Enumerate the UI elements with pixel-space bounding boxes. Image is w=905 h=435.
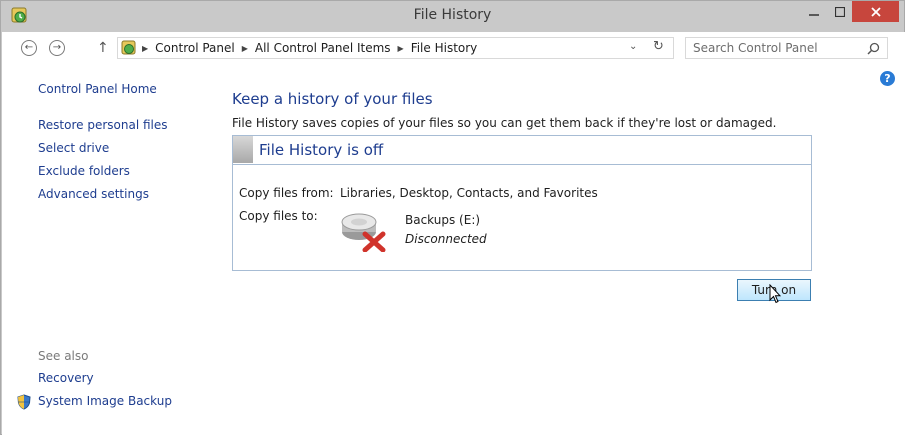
breadcrumb-file-history[interactable]: File History bbox=[411, 41, 478, 55]
status-title: File History is off bbox=[259, 141, 384, 159]
see-also-link-system-image-backup[interactable]: System Image Backup bbox=[38, 394, 172, 408]
minimize-icon bbox=[809, 14, 819, 16]
main-content: ? Control Panel Home Restore personal fi… bbox=[2, 65, 905, 435]
page-title: Keep a history of your files bbox=[232, 90, 433, 108]
status-panel: File History is off Copy files from: Lib… bbox=[232, 135, 812, 271]
window-title: File History bbox=[413, 7, 492, 23]
drive-disconnected-icon bbox=[341, 213, 386, 252]
copy-to-label: Copy files to: bbox=[239, 209, 318, 223]
sidebar-link-advanced-settings[interactable]: Advanced settings bbox=[38, 187, 149, 201]
refresh-icon: ↻ bbox=[653, 39, 664, 54]
status-panel-header: File History is off bbox=[233, 136, 811, 165]
breadcrumb-separator-icon[interactable]: ▶ bbox=[142, 44, 148, 53]
copy-from-label: Copy files from: bbox=[239, 186, 334, 200]
backup-drive-name: Backups (E:) bbox=[405, 213, 481, 227]
maximize-icon bbox=[835, 7, 845, 17]
breadcrumb-control-panel[interactable]: Control Panel bbox=[155, 41, 235, 55]
file-history-window: File History ← → ↑ ▶ Control Panel ▶ All… bbox=[0, 0, 905, 435]
file-history-icon bbox=[121, 40, 136, 55]
sidebar-link-control-panel-home[interactable]: Control Panel Home bbox=[38, 82, 157, 96]
forward-button[interactable]: → bbox=[49, 40, 65, 56]
mouse-cursor-icon bbox=[769, 284, 781, 304]
back-button[interactable]: ← bbox=[21, 40, 37, 56]
see-also-heading: See also bbox=[38, 349, 89, 363]
maximize-button[interactable] bbox=[825, 1, 855, 23]
navigation-bar: ← → ↑ ▶ Control Panel ▶ All Control Pane… bbox=[2, 32, 905, 65]
copy-from-value: Libraries, Desktop, Contacts, and Favori… bbox=[340, 186, 598, 200]
chevron-down-icon: ⌄ bbox=[629, 41, 638, 52]
up-button[interactable]: ↑ bbox=[97, 40, 109, 56]
forward-arrow-icon: → bbox=[52, 42, 62, 53]
search-placeholder: Search Control Panel bbox=[693, 41, 818, 55]
close-button[interactable] bbox=[852, 1, 899, 22]
backup-drive-status: Disconnected bbox=[405, 232, 487, 246]
address-bar[interactable]: ▶ Control Panel ▶ All Control Panel Item… bbox=[117, 37, 674, 59]
refresh-button[interactable]: ↻ bbox=[653, 39, 664, 54]
search-input[interactable]: Search Control Panel bbox=[685, 37, 888, 59]
breadcrumb-separator-icon[interactable]: ▶ bbox=[242, 44, 248, 53]
search-icon[interactable] bbox=[867, 42, 880, 55]
status-indicator bbox=[233, 136, 253, 163]
uac-shield-icon bbox=[17, 394, 31, 410]
sidebar-link-exclude-folders[interactable]: Exclude folders bbox=[38, 164, 130, 178]
up-arrow-icon: ↑ bbox=[97, 40, 109, 56]
close-icon bbox=[870, 6, 881, 17]
see-also-link-recovery[interactable]: Recovery bbox=[38, 371, 94, 385]
help-icon[interactable]: ? bbox=[880, 71, 895, 86]
sidebar-link-select-drive[interactable]: Select drive bbox=[38, 141, 109, 155]
title-bar[interactable]: File History bbox=[1, 1, 904, 32]
breadcrumb-separator-icon[interactable]: ▶ bbox=[398, 44, 404, 53]
breadcrumb: ▶ Control Panel ▶ All Control Panel Item… bbox=[142, 41, 477, 55]
sidebar-link-restore-personal-files[interactable]: Restore personal files bbox=[38, 118, 168, 132]
page-description: File History saves copies of your files … bbox=[232, 116, 777, 130]
breadcrumb-all-items[interactable]: All Control Panel Items bbox=[255, 41, 391, 55]
back-arrow-icon: ← bbox=[24, 42, 34, 53]
address-history-dropdown[interactable]: ⌄ bbox=[629, 41, 637, 52]
